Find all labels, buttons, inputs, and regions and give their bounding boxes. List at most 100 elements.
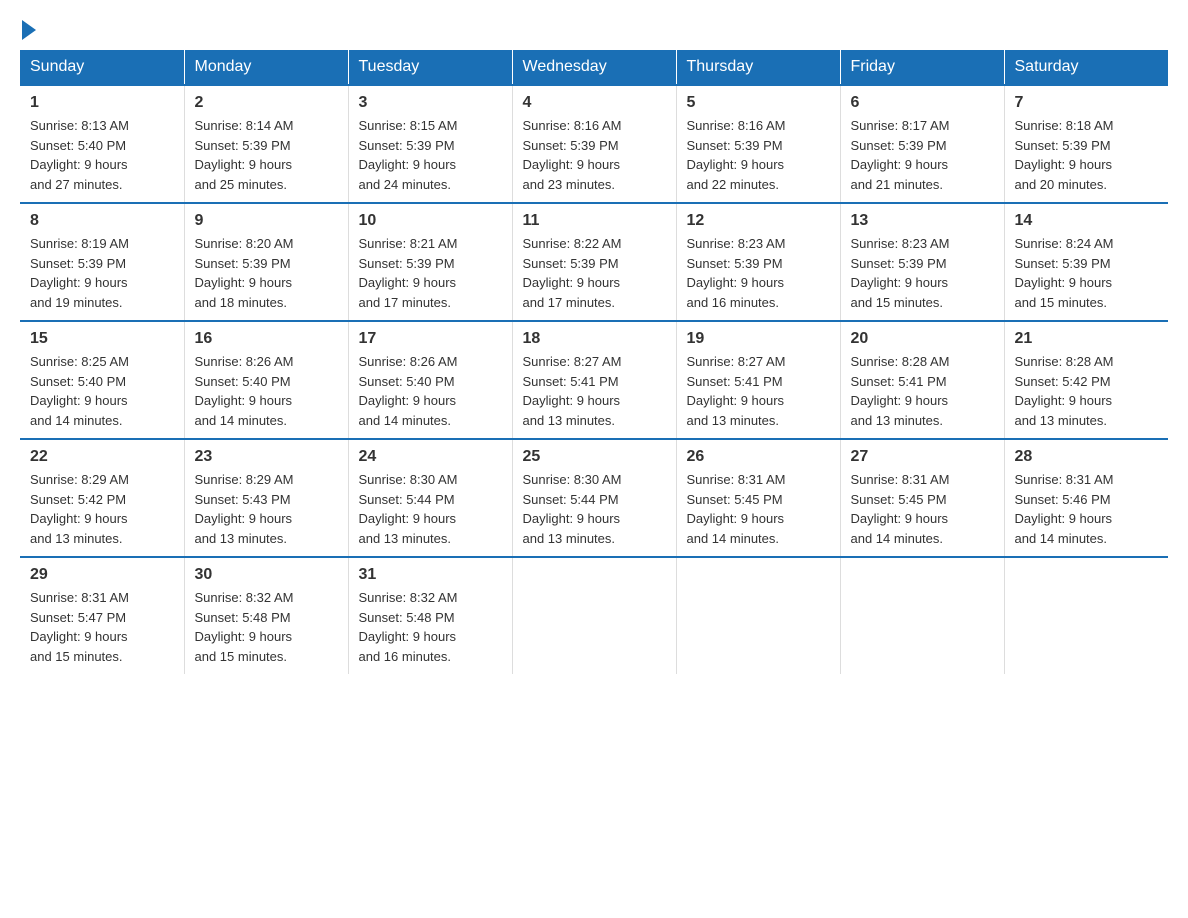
week-row-1: 1 Sunrise: 8:13 AM Sunset: 5:40 PM Dayli… <box>20 85 1168 203</box>
day-cell: 1 Sunrise: 8:13 AM Sunset: 5:40 PM Dayli… <box>20 85 184 203</box>
day-number: 26 <box>687 448 830 466</box>
day-number: 10 <box>359 212 502 230</box>
day-number: 22 <box>30 448 174 466</box>
logo <box>20 20 38 40</box>
day-info: Sunrise: 8:29 AM Sunset: 5:42 PM Dayligh… <box>30 470 174 548</box>
day-info: Sunrise: 8:21 AM Sunset: 5:39 PM Dayligh… <box>359 234 502 312</box>
day-number: 25 <box>523 448 666 466</box>
week-row-3: 15 Sunrise: 8:25 AM Sunset: 5:40 PM Dayl… <box>20 321 1168 439</box>
day-cell: 23 Sunrise: 8:29 AM Sunset: 5:43 PM Dayl… <box>184 439 348 557</box>
day-cell: 19 Sunrise: 8:27 AM Sunset: 5:41 PM Dayl… <box>676 321 840 439</box>
header-saturday: Saturday <box>1004 50 1168 85</box>
header-thursday: Thursday <box>676 50 840 85</box>
day-info: Sunrise: 8:26 AM Sunset: 5:40 PM Dayligh… <box>359 352 502 430</box>
day-number: 9 <box>195 212 338 230</box>
day-info: Sunrise: 8:22 AM Sunset: 5:39 PM Dayligh… <box>523 234 666 312</box>
day-number: 21 <box>1015 330 1159 348</box>
day-cell: 15 Sunrise: 8:25 AM Sunset: 5:40 PM Dayl… <box>20 321 184 439</box>
day-cell: 31 Sunrise: 8:32 AM Sunset: 5:48 PM Dayl… <box>348 557 512 674</box>
day-cell <box>1004 557 1168 674</box>
day-number: 29 <box>30 566 174 584</box>
day-cell: 6 Sunrise: 8:17 AM Sunset: 5:39 PM Dayli… <box>840 85 1004 203</box>
day-cell: 13 Sunrise: 8:23 AM Sunset: 5:39 PM Dayl… <box>840 203 1004 321</box>
day-number: 28 <box>1015 448 1159 466</box>
day-cell: 7 Sunrise: 8:18 AM Sunset: 5:39 PM Dayli… <box>1004 85 1168 203</box>
day-number: 4 <box>523 94 666 112</box>
day-info: Sunrise: 8:26 AM Sunset: 5:40 PM Dayligh… <box>195 352 338 430</box>
day-cell <box>512 557 676 674</box>
day-info: Sunrise: 8:31 AM Sunset: 5:45 PM Dayligh… <box>687 470 830 548</box>
day-number: 23 <box>195 448 338 466</box>
day-number: 15 <box>30 330 174 348</box>
day-cell: 3 Sunrise: 8:15 AM Sunset: 5:39 PM Dayli… <box>348 85 512 203</box>
day-number: 11 <box>523 212 666 230</box>
day-cell <box>676 557 840 674</box>
week-row-2: 8 Sunrise: 8:19 AM Sunset: 5:39 PM Dayli… <box>20 203 1168 321</box>
header-tuesday: Tuesday <box>348 50 512 85</box>
day-number: 31 <box>359 566 502 584</box>
day-number: 24 <box>359 448 502 466</box>
day-info: Sunrise: 8:28 AM Sunset: 5:41 PM Dayligh… <box>851 352 994 430</box>
day-cell: 26 Sunrise: 8:31 AM Sunset: 5:45 PM Dayl… <box>676 439 840 557</box>
calendar-header-row: SundayMondayTuesdayWednesdayThursdayFrid… <box>20 50 1168 85</box>
day-number: 7 <box>1015 94 1159 112</box>
day-cell: 2 Sunrise: 8:14 AM Sunset: 5:39 PM Dayli… <box>184 85 348 203</box>
day-cell: 29 Sunrise: 8:31 AM Sunset: 5:47 PM Dayl… <box>20 557 184 674</box>
header-sunday: Sunday <box>20 50 184 85</box>
day-cell: 30 Sunrise: 8:32 AM Sunset: 5:48 PM Dayl… <box>184 557 348 674</box>
day-number: 12 <box>687 212 830 230</box>
day-number: 3 <box>359 94 502 112</box>
day-cell: 10 Sunrise: 8:21 AM Sunset: 5:39 PM Dayl… <box>348 203 512 321</box>
day-info: Sunrise: 8:18 AM Sunset: 5:39 PM Dayligh… <box>1015 116 1159 194</box>
day-cell: 22 Sunrise: 8:29 AM Sunset: 5:42 PM Dayl… <box>20 439 184 557</box>
day-cell: 25 Sunrise: 8:30 AM Sunset: 5:44 PM Dayl… <box>512 439 676 557</box>
day-info: Sunrise: 8:28 AM Sunset: 5:42 PM Dayligh… <box>1015 352 1159 430</box>
day-info: Sunrise: 8:19 AM Sunset: 5:39 PM Dayligh… <box>30 234 174 312</box>
day-number: 18 <box>523 330 666 348</box>
day-cell: 24 Sunrise: 8:30 AM Sunset: 5:44 PM Dayl… <box>348 439 512 557</box>
day-info: Sunrise: 8:16 AM Sunset: 5:39 PM Dayligh… <box>687 116 830 194</box>
day-cell: 9 Sunrise: 8:20 AM Sunset: 5:39 PM Dayli… <box>184 203 348 321</box>
day-cell: 11 Sunrise: 8:22 AM Sunset: 5:39 PM Dayl… <box>512 203 676 321</box>
day-number: 1 <box>30 94 174 112</box>
day-cell: 21 Sunrise: 8:28 AM Sunset: 5:42 PM Dayl… <box>1004 321 1168 439</box>
day-number: 2 <box>195 94 338 112</box>
day-number: 5 <box>687 94 830 112</box>
day-info: Sunrise: 8:31 AM Sunset: 5:45 PM Dayligh… <box>851 470 994 548</box>
day-info: Sunrise: 8:16 AM Sunset: 5:39 PM Dayligh… <box>523 116 666 194</box>
week-row-4: 22 Sunrise: 8:29 AM Sunset: 5:42 PM Dayl… <box>20 439 1168 557</box>
day-number: 27 <box>851 448 994 466</box>
day-number: 13 <box>851 212 994 230</box>
day-cell: 8 Sunrise: 8:19 AM Sunset: 5:39 PM Dayli… <box>20 203 184 321</box>
day-cell: 28 Sunrise: 8:31 AM Sunset: 5:46 PM Dayl… <box>1004 439 1168 557</box>
header-wednesday: Wednesday <box>512 50 676 85</box>
day-info: Sunrise: 8:20 AM Sunset: 5:39 PM Dayligh… <box>195 234 338 312</box>
day-number: 20 <box>851 330 994 348</box>
day-number: 30 <box>195 566 338 584</box>
day-number: 14 <box>1015 212 1159 230</box>
day-info: Sunrise: 8:24 AM Sunset: 5:39 PM Dayligh… <box>1015 234 1159 312</box>
day-cell: 20 Sunrise: 8:28 AM Sunset: 5:41 PM Dayl… <box>840 321 1004 439</box>
day-number: 6 <box>851 94 994 112</box>
day-info: Sunrise: 8:23 AM Sunset: 5:39 PM Dayligh… <box>687 234 830 312</box>
day-info: Sunrise: 8:14 AM Sunset: 5:39 PM Dayligh… <box>195 116 338 194</box>
day-cell: 17 Sunrise: 8:26 AM Sunset: 5:40 PM Dayl… <box>348 321 512 439</box>
week-row-5: 29 Sunrise: 8:31 AM Sunset: 5:47 PM Dayl… <box>20 557 1168 674</box>
header-monday: Monday <box>184 50 348 85</box>
day-info: Sunrise: 8:29 AM Sunset: 5:43 PM Dayligh… <box>195 470 338 548</box>
logo-arrow-icon <box>22 20 36 40</box>
day-info: Sunrise: 8:27 AM Sunset: 5:41 PM Dayligh… <box>523 352 666 430</box>
day-info: Sunrise: 8:32 AM Sunset: 5:48 PM Dayligh… <box>195 588 338 666</box>
day-cell: 5 Sunrise: 8:16 AM Sunset: 5:39 PM Dayli… <box>676 85 840 203</box>
day-number: 17 <box>359 330 502 348</box>
day-number: 19 <box>687 330 830 348</box>
page-header <box>20 20 1168 40</box>
day-info: Sunrise: 8:30 AM Sunset: 5:44 PM Dayligh… <box>359 470 502 548</box>
day-cell: 12 Sunrise: 8:23 AM Sunset: 5:39 PM Dayl… <box>676 203 840 321</box>
day-info: Sunrise: 8:13 AM Sunset: 5:40 PM Dayligh… <box>30 116 174 194</box>
day-info: Sunrise: 8:17 AM Sunset: 5:39 PM Dayligh… <box>851 116 994 194</box>
calendar-table: SundayMondayTuesdayWednesdayThursdayFrid… <box>20 50 1168 674</box>
header-friday: Friday <box>840 50 1004 85</box>
day-info: Sunrise: 8:23 AM Sunset: 5:39 PM Dayligh… <box>851 234 994 312</box>
day-info: Sunrise: 8:15 AM Sunset: 5:39 PM Dayligh… <box>359 116 502 194</box>
